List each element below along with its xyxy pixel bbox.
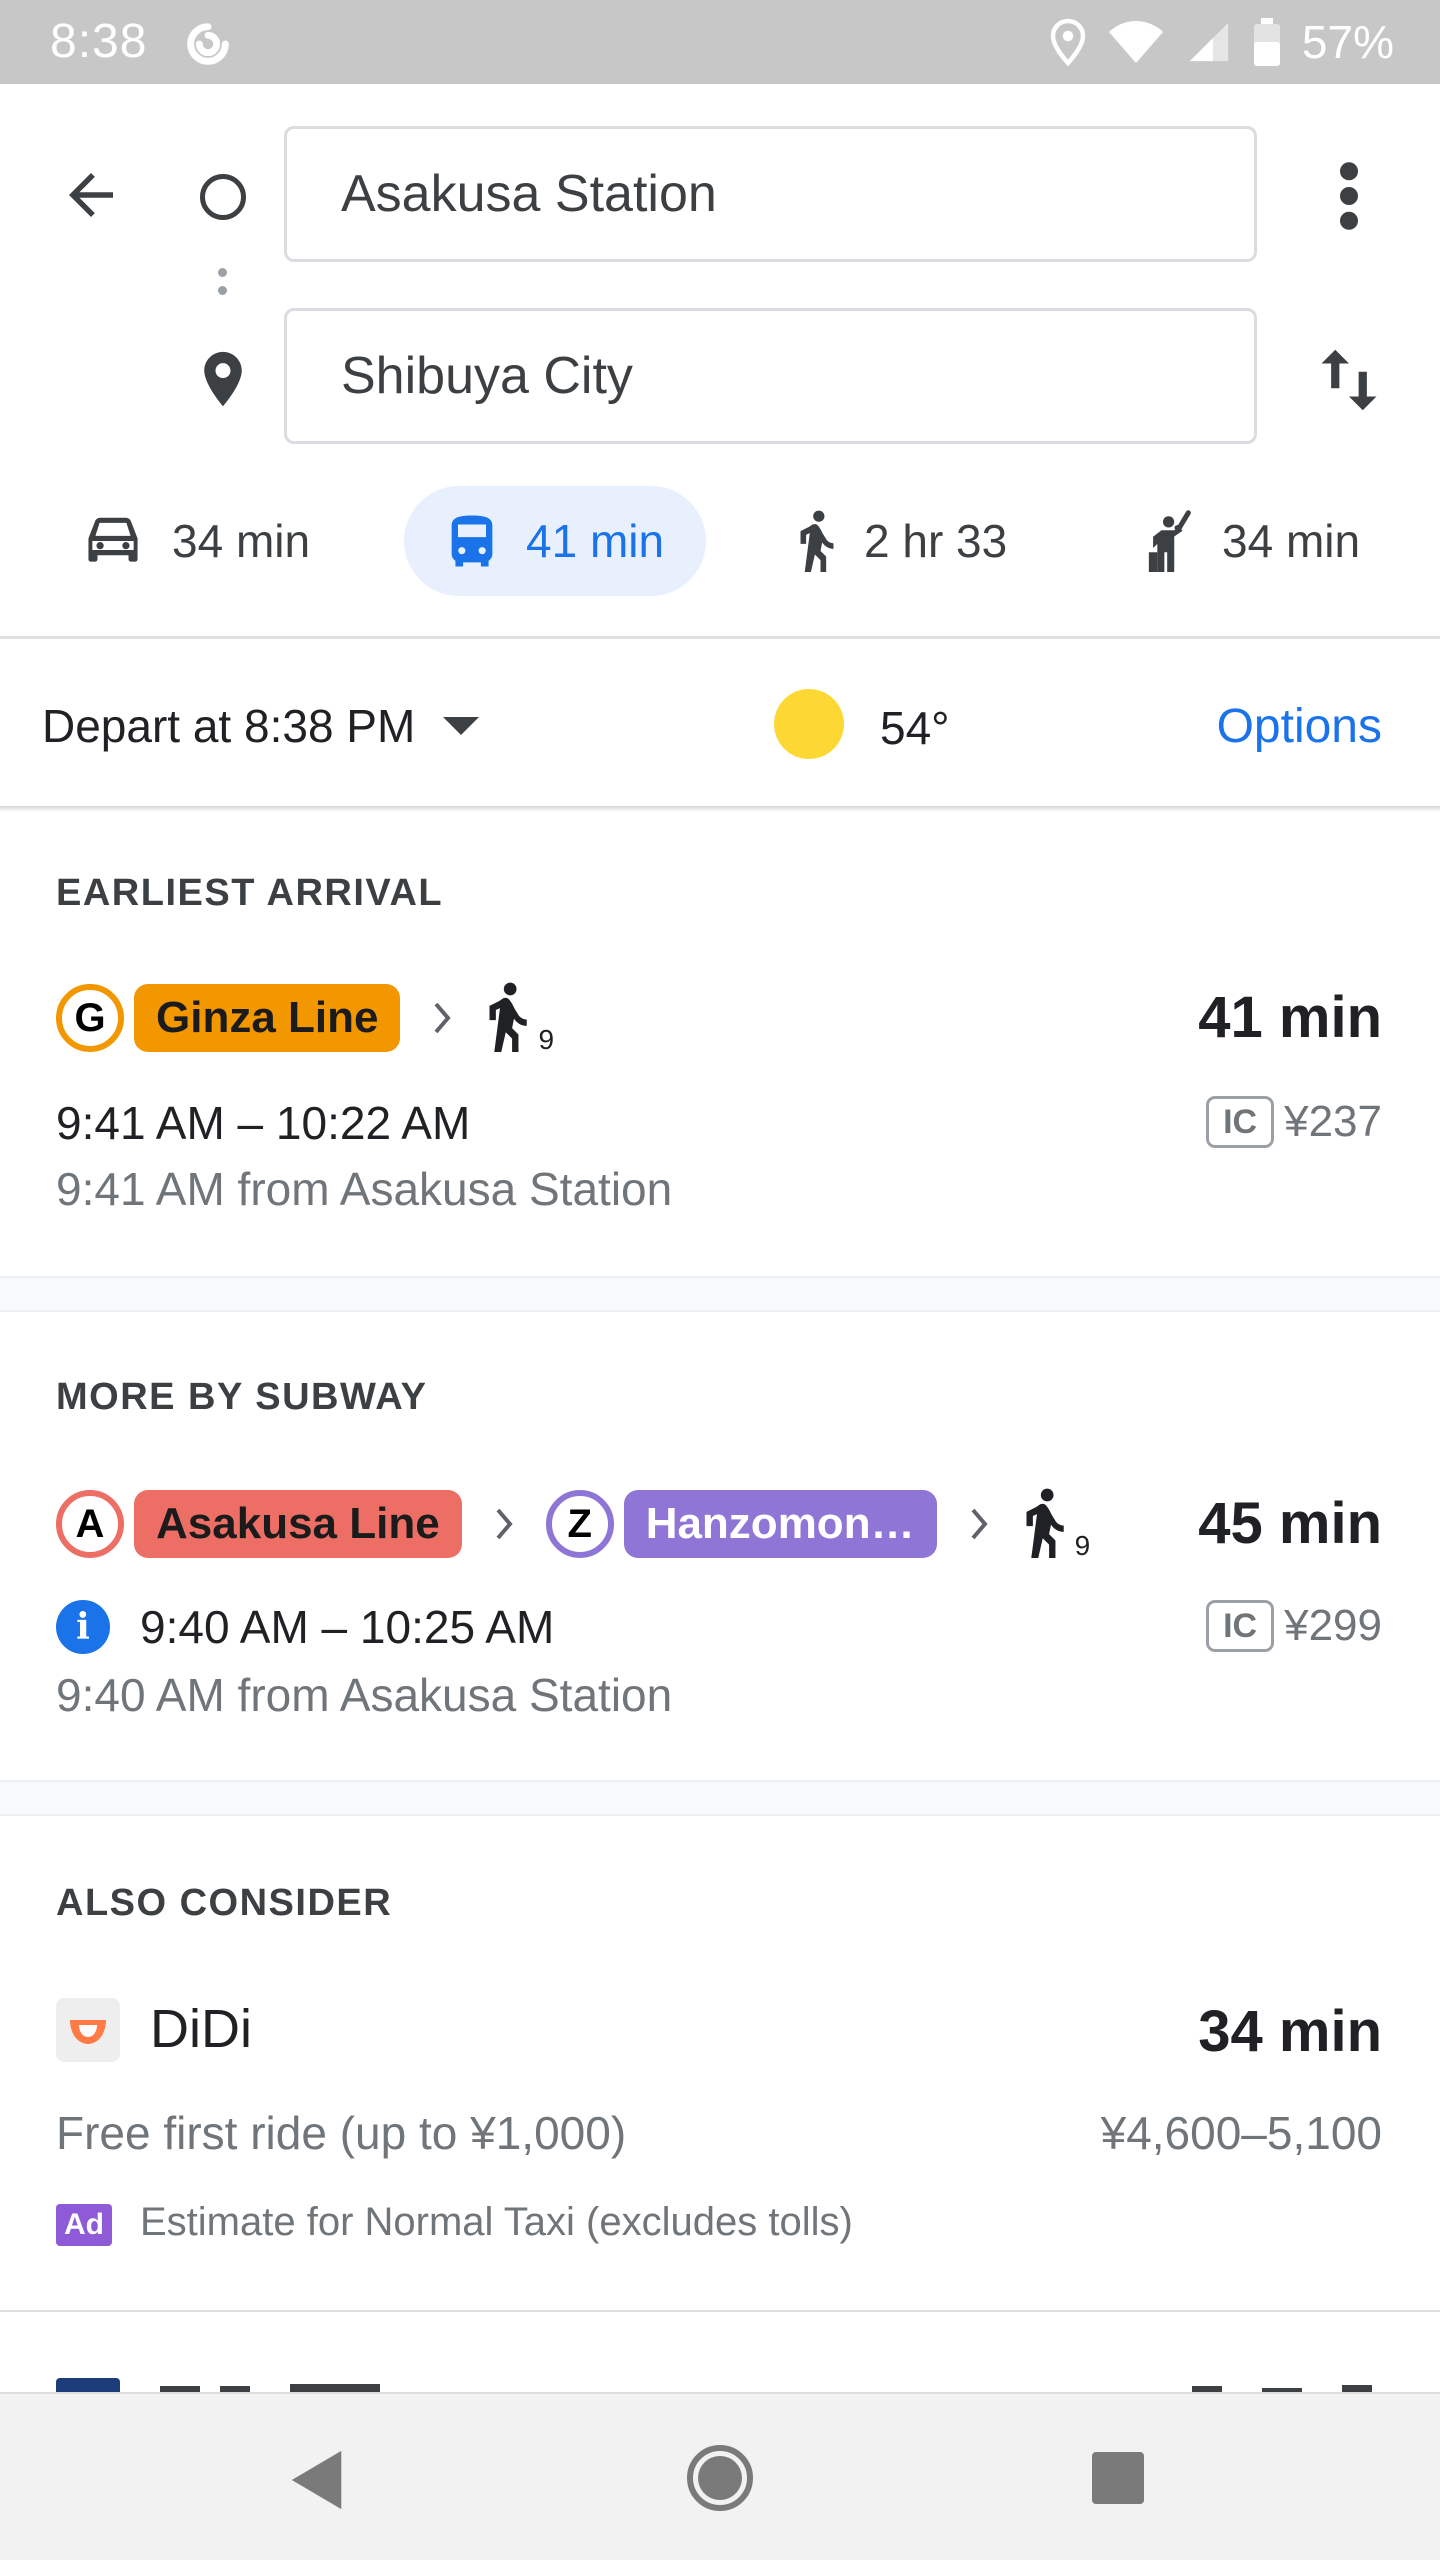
divider bbox=[0, 2310, 1440, 2312]
price-range: ¥4,600–5,100 bbox=[1100, 2107, 1382, 2159]
trip-options-bar: Depart at 8:38 PM 54° Options bbox=[0, 639, 1440, 809]
signal-icon bbox=[1189, 22, 1229, 62]
origin-input[interactable]: Asakusa Station bbox=[284, 126, 1257, 262]
route-steps: A Asakusa Line Z Hanzomon… 9 bbox=[56, 1488, 1093, 1561]
swap-icon[interactable] bbox=[1316, 344, 1382, 416]
route-times-row: i 9:40 AM – 10:25 AM bbox=[56, 1600, 554, 1654]
mode-label-transit: 41 min bbox=[526, 515, 665, 567]
line-badge-hanzomon: Z bbox=[545, 1490, 614, 1558]
walk-icon bbox=[489, 982, 528, 1052]
route-dots-icon bbox=[218, 268, 228, 312]
ic-card-icon: IC bbox=[1206, 1096, 1275, 1148]
section-separator bbox=[0, 1780, 1440, 1816]
mode-tab-walk[interactable]: 2 hr 33 bbox=[796, 486, 1007, 596]
temperature: 54° bbox=[880, 702, 950, 754]
line-name-ginza: Ginza Line bbox=[134, 984, 401, 1052]
next-provider-logo-icon bbox=[56, 2378, 120, 2392]
options-button[interactable]: Options bbox=[1217, 699, 1382, 754]
mode-label-walk: 2 hr 33 bbox=[864, 515, 1008, 567]
walk-step: 9 bbox=[1021, 1488, 1093, 1561]
line-name-asakusa: Asakusa Line bbox=[134, 1490, 462, 1558]
origin-circle-icon bbox=[200, 174, 246, 220]
route-times: 9:41 AM – 10:22 AM bbox=[56, 1097, 471, 1149]
status-bar: 8:38 57% bbox=[0, 0, 1440, 84]
info-icon[interactable]: i bbox=[56, 1600, 110, 1654]
route-departure-info: 9:40 AM from Asakusa Station bbox=[56, 1669, 673, 1721]
chevron-right-icon bbox=[971, 1508, 988, 1540]
location-icon bbox=[1050, 18, 1086, 66]
next-provider-duration-cropped bbox=[1192, 2385, 1372, 2392]
chevron-right-icon bbox=[434, 1002, 452, 1034]
travel-mode-tabs: 34 min 41 min 2 hr 33 34 min bbox=[0, 486, 1440, 596]
walk-minutes: 9 bbox=[1074, 1530, 1091, 1561]
section-heading-subway: MORE BY SUBWAY bbox=[56, 1376, 428, 1418]
car-icon bbox=[88, 517, 138, 562]
battery-icon bbox=[1253, 18, 1280, 66]
route-fare: IC ¥299 bbox=[1206, 1600, 1382, 1652]
section-heading-earliest: EARLIEST ARRIVAL bbox=[56, 872, 444, 914]
back-arrow-icon[interactable] bbox=[58, 162, 124, 228]
chevron-right-icon bbox=[496, 1508, 513, 1540]
walk-icon bbox=[800, 510, 834, 572]
next-provider-name-cropped bbox=[160, 2384, 380, 2392]
nav-back-icon[interactable] bbox=[288, 2448, 348, 2512]
line-badge-ginza: G bbox=[56, 984, 124, 1052]
divider bbox=[0, 806, 1440, 812]
fare-amount: ¥237 bbox=[1284, 1097, 1382, 1146]
more-options-icon[interactable] bbox=[1322, 160, 1376, 232]
wifi-icon bbox=[1108, 21, 1163, 63]
fare-amount: ¥299 bbox=[1284, 1601, 1382, 1650]
route-steps: G Ginza Line 9 bbox=[56, 982, 556, 1055]
nav-home-icon[interactable] bbox=[686, 2444, 754, 2512]
status-time: 8:38 bbox=[50, 15, 148, 68]
section-heading-also: ALSO CONSIDER bbox=[56, 1882, 393, 1924]
line-name-hanzomon: Hanzomon… bbox=[623, 1490, 937, 1558]
didi-logo-icon bbox=[56, 1998, 120, 2062]
battery-percent: 57% bbox=[1301, 16, 1394, 68]
section-separator bbox=[0, 1276, 1440, 1312]
transit-icon bbox=[451, 515, 493, 567]
ride-duration: 34 min bbox=[1198, 1999, 1382, 2064]
dropdown-arrow-icon bbox=[443, 717, 480, 735]
estimate-note: Estimate for Normal Taxi (excludes tolls… bbox=[140, 2200, 853, 2244]
walk-step: 9 bbox=[484, 982, 556, 1055]
depart-time-label: Depart at 8:38 PM bbox=[42, 700, 416, 752]
depart-time-dropdown[interactable]: Depart at 8:38 PM bbox=[42, 699, 480, 753]
destination-pin-icon bbox=[204, 351, 242, 407]
mode-tab-ride[interactable]: 34 min bbox=[1146, 486, 1360, 596]
mode-label-ride: 34 min bbox=[1222, 515, 1361, 567]
route-departure-info: 9:41 AM from Asakusa Station bbox=[56, 1163, 673, 1215]
mode-label-drive: 34 min bbox=[172, 515, 311, 567]
route-fare: IC ¥237 bbox=[1206, 1096, 1382, 1148]
ic-card-icon: IC bbox=[1206, 1600, 1275, 1652]
sync-icon bbox=[187, 23, 229, 65]
mode-tab-drive[interactable]: 34 min bbox=[82, 486, 310, 596]
walk-icon bbox=[1026, 1488, 1064, 1558]
walk-minutes: 9 bbox=[538, 1024, 555, 1055]
ride-hailing-icon bbox=[1148, 510, 1191, 572]
sunny-weather-icon bbox=[774, 689, 844, 759]
line-badge-asakusa: A bbox=[56, 1490, 124, 1558]
route-duration: 41 min bbox=[1198, 985, 1382, 1050]
route-duration: 45 min bbox=[1198, 1491, 1382, 1556]
destination-input[interactable]: Shibuya City bbox=[284, 308, 1257, 444]
provider-name: DiDi bbox=[150, 1999, 252, 2059]
mode-tab-transit[interactable]: 41 min bbox=[404, 486, 706, 596]
nav-recents-icon[interactable] bbox=[1092, 2452, 1144, 2504]
route-times: 9:40 AM – 10:25 AM bbox=[140, 1601, 555, 1653]
ad-badge: Ad bbox=[56, 2204, 112, 2246]
promo-text: Free first ride (up to ¥1,000) bbox=[56, 2107, 627, 2159]
system-nav-bar bbox=[0, 2392, 1440, 2560]
